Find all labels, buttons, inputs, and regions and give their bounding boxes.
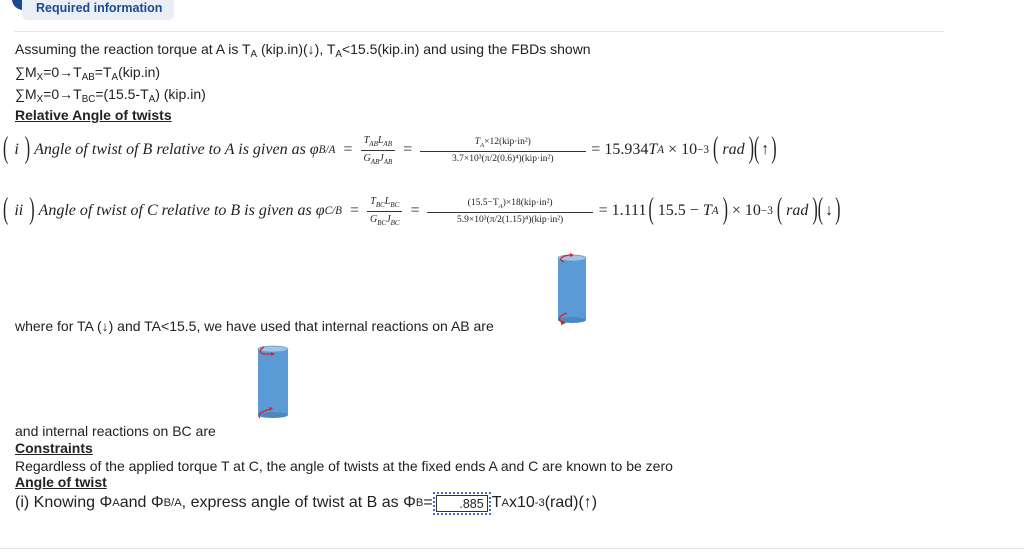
bc-internal-reactions-text: and internal reactions on BC are xyxy=(15,423,216,439)
divider xyxy=(14,31,944,32)
ab-internal-reactions-text: where for TA (↓) and TA<15.5, we have us… xyxy=(15,318,494,334)
formula-i-symbolic-fraction: TABLAB GABJAB xyxy=(360,135,395,166)
up-arrow-icon: ↑ xyxy=(761,141,770,158)
relative-angle-heading: Relative Angle of twists xyxy=(15,107,172,123)
cylinder-bc-body xyxy=(258,349,288,415)
cylinder-ab-body xyxy=(558,258,586,320)
angle-of-twist-heading: Angle of twist xyxy=(15,474,107,490)
cylinder-bc-diagram xyxy=(257,345,289,419)
formula-i-numeric-fraction: TA×12(kip·in²) 3.7×10³(π/2(0.6)⁴)(kip·in… xyxy=(419,137,586,164)
constraints-heading: Constraints xyxy=(15,440,93,456)
question-phi-b: (i) Knowing ΦA and Φ B/A , express angle … xyxy=(15,491,598,515)
formula-ii-numeric-fraction: (15.5−TA)×18(kip·in²) 5.9×10³(π/2(1.15)⁴… xyxy=(427,198,594,225)
required-information-badge: Required information xyxy=(22,0,175,20)
constraints-text: Regardless of the applied torque T at C,… xyxy=(15,458,673,474)
formula-ii-symbolic-fraction: TBCLBC GBCJBC xyxy=(367,196,403,227)
cylinder-bc-bottom xyxy=(258,412,288,418)
formula-i: (i) Angle of twist of B relative to A is… xyxy=(3,132,777,166)
formula-ii: (ii) Angle of twist of C relative to B i… xyxy=(3,193,841,227)
phi-b-answer-input[interactable]: .885 xyxy=(432,491,491,515)
equilibrium-eq-bc: ∑MX=0→TBC=(15.5-TA) (kip.in) xyxy=(15,86,206,105)
footer-divider xyxy=(0,548,1024,549)
down-arrow-icon: ↓ xyxy=(825,202,834,219)
equilibrium-eq-ab: ∑MX=0→TAB=TA(kip.in) xyxy=(15,64,161,83)
cylinder-bc-top xyxy=(257,345,289,353)
cylinder-ab-diagram xyxy=(557,253,587,325)
intro-assumption: Assuming the reaction torque at A is TA … xyxy=(15,41,591,60)
